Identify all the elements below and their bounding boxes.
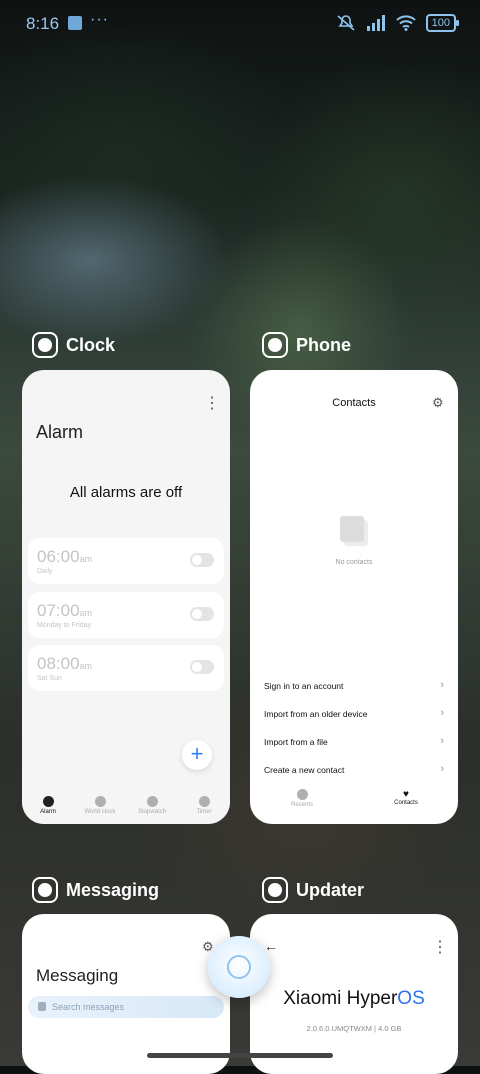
alarm-toggle[interactable] (190, 607, 214, 621)
tab-world-clock[interactable]: World clock (74, 790, 126, 824)
phone-card[interactable]: Contacts ⚙ No contacts Sign in to an acc… (250, 370, 458, 824)
page-title: Alarm (36, 422, 84, 442)
page-title: Messaging (36, 966, 119, 985)
status-icons: 100 (336, 14, 460, 32)
wifi-icon (395, 15, 416, 31)
os-version: 2.0.6.0.UMQTWXM | 4.0 GB (306, 1024, 402, 1033)
home-indicator[interactable] (147, 1053, 333, 1058)
clock-app-name: Clock (66, 334, 116, 355)
recents-icon (296, 789, 308, 800)
more-options-icon[interactable]: ⋮ (204, 396, 220, 412)
import-file-item[interactable]: Import from a file › (264, 735, 444, 747)
alarm-time: 07:00am (37, 601, 93, 620)
alarm-item[interactable]: 08:00am Sat Sun (28, 645, 224, 691)
messaging-app-name: Messaging (66, 879, 160, 900)
import-older-device-item[interactable]: Import from an older device › (264, 707, 444, 719)
more-notifications-icon: ··· (90, 11, 109, 28)
chevron-right-icon: › (440, 763, 444, 775)
signal-icon (366, 15, 385, 31)
add-alarm-button[interactable]: + (182, 740, 212, 770)
alarm-time: 06:00am (37, 547, 93, 566)
create-contact-item[interactable]: Create a new contact › (264, 763, 444, 775)
updater-card[interactable]: ← ⋮ Xiaomi HyperOS 2.0.6.0.UMQTWXM | 4.0… (250, 914, 458, 1074)
phone-app-name: Phone (296, 334, 352, 355)
alarm-time: 08:00am (37, 654, 93, 673)
status-time: 8:16 (26, 14, 60, 33)
alarm-item[interactable]: 07:00am Monday to Friday (28, 592, 224, 638)
messaging-app-icon (32, 877, 58, 903)
updater-app-icon (262, 877, 288, 903)
chevron-right-icon: › (440, 679, 444, 691)
alarm-repeat-label: Sat Sun (37, 675, 62, 682)
clear-icon (227, 955, 251, 979)
alarm-item[interactable]: 06:00am Daily (28, 538, 224, 584)
messaging-card[interactable]: ⚙ Messaging Search messages (22, 914, 230, 1074)
phone-app-icon (262, 332, 288, 358)
updater-app-header[interactable]: Updater (262, 877, 364, 903)
bottom-nav: Recents ♥ Contacts (250, 783, 458, 808)
tab-alarm[interactable]: Alarm (22, 790, 74, 824)
tab-contacts[interactable]: ♥ Contacts (354, 783, 458, 808)
alarm-toggle[interactable] (190, 660, 214, 674)
alarm-repeat-label: Monday to Friday (37, 622, 92, 629)
tab-stopwatch[interactable]: Stopwatch (126, 790, 178, 824)
status-bar: 8:16 ··· 100 (0, 0, 480, 46)
mute-icon (337, 15, 355, 31)
clock-app-header[interactable]: Clock (32, 332, 115, 358)
more-options-icon[interactable]: ⋮ (432, 940, 448, 956)
bottom-nav: Alarm World clock Stopwatch Timer (22, 790, 230, 824)
alarm-icon (42, 796, 54, 807)
search-input[interactable]: Search messages (28, 996, 224, 1018)
chevron-right-icon: › (440, 707, 444, 719)
tab-recents[interactable]: Recents (250, 783, 354, 808)
heart-icon: ♥ (403, 789, 409, 800)
clock-card[interactable]: ⋮ Alarm All alarms are off 06:00am Daily… (22, 370, 230, 824)
tab-timer[interactable]: Timer (178, 790, 230, 824)
phone-app-header[interactable]: Phone (262, 332, 351, 358)
clock-app-icon (32, 332, 58, 358)
chevron-right-icon: › (440, 735, 444, 747)
messaging-app-header[interactable]: Messaging (32, 877, 159, 903)
battery-icon: 100 (425, 14, 460, 32)
sign-in-account-item[interactable]: Sign in to an account › (264, 679, 444, 691)
page-title: Contacts (332, 397, 376, 409)
settings-icon[interactable]: ⚙ (432, 395, 444, 411)
contact-placeholder-icon (340, 516, 364, 542)
alarm-repeat-label: Daily (37, 568, 53, 575)
alarm-toggle[interactable] (190, 553, 214, 567)
notification-icon (68, 16, 82, 30)
empty-state-message: No contacts (335, 559, 373, 566)
world-clock-icon (94, 796, 106, 807)
clear-recents-button[interactable] (208, 936, 270, 998)
timer-icon (198, 796, 210, 807)
empty-state-message: All alarms are off (69, 484, 183, 501)
updater-app-name: Updater (296, 879, 365, 900)
os-brand-title: Xiaomi HyperOS (283, 988, 425, 1009)
stopwatch-icon (146, 796, 158, 807)
